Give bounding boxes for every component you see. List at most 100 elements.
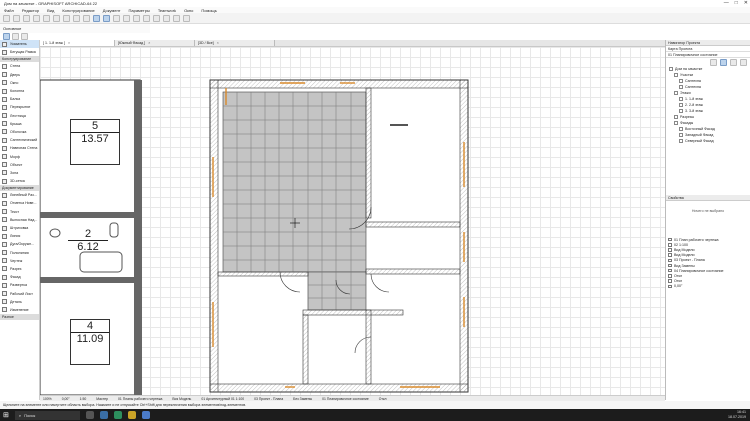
design-tool[interactable]: Сантехнический <box>0 136 39 144</box>
publish-icon[interactable] <box>173 14 180 22</box>
menu-item[interactable]: Окно <box>184 8 193 13</box>
doc-tool[interactable]: Линейный Раз... <box>0 191 39 199</box>
status-field[interactable]: Без Замены <box>293 397 312 401</box>
project-map-icon[interactable] <box>710 59 717 66</box>
doc-tool[interactable]: Чертеж <box>0 257 39 265</box>
explorer-icon[interactable] <box>127 411 136 419</box>
grid-icon[interactable] <box>73 14 80 22</box>
render-icon[interactable] <box>143 14 150 22</box>
brush-icon[interactable] <box>33 14 40 22</box>
design-tool[interactable]: Морф <box>0 152 39 160</box>
layout-book-icon[interactable] <box>730 59 737 66</box>
menu-item[interactable]: Помощь <box>201 8 216 13</box>
room-stamp[interactable]: 2 6.12 <box>68 228 108 254</box>
menu-item[interactable]: Документ <box>103 8 121 13</box>
design-tool[interactable]: Дверь <box>0 71 39 79</box>
design-tool[interactable]: Зона <box>0 169 39 177</box>
3d-icon[interactable] <box>133 14 140 22</box>
settings-icon[interactable] <box>153 14 160 22</box>
status-field[interactable]: Мастер <box>96 397 108 401</box>
design-tool[interactable]: Лестница <box>0 112 39 120</box>
status-field[interactable]: 0,00° <box>62 397 70 401</box>
design-tool[interactable]: Объект <box>0 161 39 169</box>
marquee-tool-icon[interactable] <box>12 33 19 40</box>
system-clock[interactable]: 16:41 18.07.2019 <box>728 410 746 420</box>
ruler-icon[interactable] <box>103 14 110 22</box>
menu-item[interactable]: Teamwork <box>158 8 176 13</box>
menu-item[interactable]: Файл <box>4 8 14 13</box>
maximize-button[interactable]: □ <box>735 0 738 6</box>
teamwork-icon[interactable] <box>163 14 170 22</box>
task-view-icon[interactable] <box>85 411 94 419</box>
tree-item[interactable]: Северный Фасад <box>666 138 750 144</box>
layers-icon[interactable] <box>93 14 100 22</box>
status-field[interactable]: 100% <box>43 397 52 401</box>
help-icon[interactable] <box>183 14 190 22</box>
doc-tool[interactable]: Текст <box>0 208 39 216</box>
snap-icon[interactable] <box>83 14 90 22</box>
layer-icon[interactable] <box>21 33 28 40</box>
room-stamp[interactable]: 4 11.09 <box>70 319 110 365</box>
design-tool[interactable]: Окно <box>0 79 39 87</box>
doc-tool[interactable]: Линия <box>0 232 39 240</box>
status-field[interactable]: 1:50 <box>80 397 87 401</box>
publisher-icon[interactable] <box>740 59 747 66</box>
design-tool[interactable]: 3D-сетка <box>0 177 39 185</box>
close-button[interactable]: ✕ <box>744 0 748 6</box>
close-icon[interactable]: × <box>148 41 150 45</box>
design-tool[interactable]: Перекрытие <box>0 103 39 111</box>
status-field[interactable]: Вся Модель <box>172 397 191 401</box>
tool-1[interactable]: Бегущая Рамка <box>0 48 39 56</box>
design-tool[interactable]: Стена <box>0 62 39 70</box>
tool-0[interactable]: Указатель <box>0 40 39 49</box>
status-field[interactable]: 01 Архитектурный 01 1:100 <box>201 397 244 401</box>
status-field[interactable]: Откл <box>379 397 387 401</box>
windows-start-icon[interactable]: ⊞ <box>3 411 9 419</box>
menu-item[interactable]: Конструирование <box>62 8 94 13</box>
doc-tool[interactable]: Разрез <box>0 265 39 273</box>
doc-tool[interactable]: Полилиния <box>0 249 39 257</box>
status-field[interactable]: 01 Планы рабочего чертежа <box>118 397 162 401</box>
tab-0[interactable]: [ 1. 1-й этаж ] × <box>40 40 115 46</box>
menu-item[interactable]: Параметры <box>129 8 150 13</box>
taskbar-search[interactable]: ⌕ Поиск <box>14 410 80 420</box>
tab-1[interactable]: [Южный Фасад ] × <box>115 40 195 46</box>
design-tool[interactable]: Навесная Стена <box>0 144 39 152</box>
doc-tool[interactable]: Изменение <box>0 306 39 314</box>
design-tool[interactable]: Оболочка <box>0 128 39 136</box>
design-tool[interactable]: Крыша <box>0 120 39 128</box>
mail-icon[interactable] <box>141 411 150 419</box>
archicad-icon[interactable] <box>99 411 108 419</box>
doc-tool[interactable]: Дуга/Окружн... <box>0 240 39 248</box>
view-map-icon[interactable] <box>720 59 727 66</box>
doc-tool[interactable]: Фасад <box>0 273 39 281</box>
select-icon[interactable] <box>53 14 60 22</box>
doc-tool[interactable]: Рабочий Лист <box>0 289 39 297</box>
doc-tool[interactable]: Выносная Над... <box>0 216 39 224</box>
guide-icon[interactable] <box>123 14 130 22</box>
doc-tool[interactable]: Штриховка <box>0 224 39 232</box>
design-tool[interactable]: Колонна <box>0 87 39 95</box>
close-icon[interactable]: × <box>68 41 70 45</box>
status-field[interactable]: 03 Проект - Плана <box>254 397 283 401</box>
design-tool[interactable]: Балка <box>0 95 39 103</box>
doc-tool[interactable]: Развертка <box>0 281 39 289</box>
close-icon[interactable]: × <box>217 41 219 45</box>
view-setting-row[interactable]: 0,00° <box>666 284 750 289</box>
status-field[interactable]: 01 Планировочное состояние <box>322 397 369 401</box>
tab-2[interactable]: [3D / Все] × <box>195 40 275 46</box>
pencil-icon[interactable] <box>23 14 30 22</box>
menu-item[interactable]: Вид <box>47 8 54 13</box>
minimize-button[interactable]: — <box>724 0 729 6</box>
redo-icon[interactable] <box>13 14 20 22</box>
toolbox-group-header[interactable]: Разное <box>0 314 39 320</box>
menu-item[interactable]: Редактор <box>22 8 39 13</box>
magnet-icon[interactable] <box>113 14 120 22</box>
doc-tool[interactable]: Отметка Ниве... <box>0 199 39 207</box>
room-stamp[interactable]: 5 13.57 <box>70 119 120 165</box>
browser-icon[interactable] <box>113 411 122 419</box>
undo-icon[interactable] <box>3 14 10 22</box>
zoom-icon[interactable] <box>63 14 70 22</box>
drawing-canvas[interactable]: 5 13.57 2 6.12 4 11.09 <box>40 47 665 395</box>
arrow-tool-icon[interactable] <box>3 33 10 40</box>
